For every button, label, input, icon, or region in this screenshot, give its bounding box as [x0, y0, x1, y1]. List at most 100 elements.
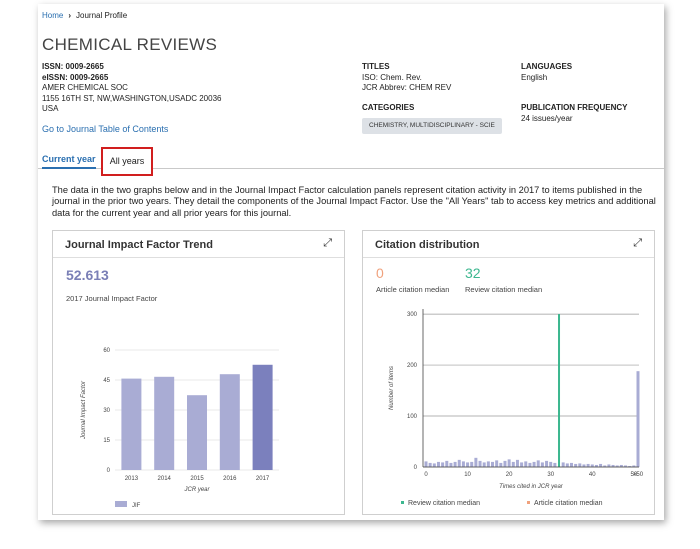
journal-profile-page: Home › Journal Profile CHEMICAL REVIEWS IS… — [38, 4, 664, 520]
expand-icon[interactable]: ⤢ — [323, 237, 332, 250]
journal-title: CHEMICAL REVIEWS — [42, 35, 218, 54]
cit-bar — [441, 462, 445, 467]
citation-panel-header: Citation distribution ⤢ — [363, 231, 654, 258]
cit-bar — [491, 461, 495, 467]
cit-bar — [432, 463, 436, 467]
categories-section: CATEGORIES CHEMISTRY, MULTIDISCIPLINARY … — [362, 103, 502, 134]
table-of-contents-link[interactable]: Go to Journal Table of Contents — [42, 124, 168, 134]
cit-bar — [524, 461, 528, 467]
cit-bar — [486, 461, 490, 467]
languages-section: LANGUAGES English — [521, 62, 572, 83]
cit-bar — [578, 463, 582, 467]
jif-x-tick-label: 2013 — [125, 476, 139, 482]
jif-y-tick-label: 15 — [103, 438, 110, 444]
publisher: AMER CHEMICAL SOC — [42, 83, 128, 92]
cit-bar — [470, 461, 474, 467]
cit-x-tick-label: 30 — [547, 472, 554, 478]
cit-bar — [503, 460, 507, 467]
language-value: English — [521, 72, 548, 82]
jif-label: 2017 Journal Impact Factor — [66, 294, 158, 303]
address: 1155 16TH ST, NW,WASHINGTON,USADC 20036 — [42, 93, 222, 103]
cit-x-tick-label: 40 — [589, 472, 596, 478]
jif-y-tick-label: 60 — [103, 348, 110, 354]
category-chip[interactable]: CHEMISTRY, MULTIDISCIPLINARY - SCIE — [362, 117, 502, 134]
cit-x-axis-label: Times cited in JCR year — [499, 484, 564, 490]
jif-bar — [219, 374, 240, 470]
cit-bar — [428, 462, 432, 467]
cit-bar — [478, 460, 482, 467]
breadcrumb-home-link[interactable]: Home — [42, 11, 63, 20]
cit-bar — [599, 463, 603, 467]
cit-bar — [499, 462, 503, 467]
breadcrumb-current: Journal Profile — [76, 11, 128, 20]
jif-y-tick-label: 0 — [107, 468, 111, 474]
frequency-heading: PUBLICATION FREQUENCY — [521, 103, 628, 112]
tab-all-years[interactable]: All years — [101, 147, 153, 176]
review-median-value: 32 — [465, 265, 481, 281]
cit-bar — [540, 462, 544, 467]
cit-y-tick-label: 200 — [407, 363, 418, 369]
cit-bar — [466, 462, 470, 467]
review-median-label: Review citation median — [465, 285, 543, 294]
jif-y-tick-label: 45 — [103, 378, 110, 384]
breadcrumb: Home › Journal Profile — [42, 11, 127, 20]
eissn: eISSN: 0009-2665 — [42, 72, 109, 82]
jif-x-tick-label: 2014 — [158, 476, 172, 482]
cit-bar — [561, 462, 565, 467]
cit-bar — [449, 462, 453, 467]
cit-legend-article-swatch — [527, 501, 530, 504]
cit-bar — [453, 461, 457, 467]
cit-bar — [565, 463, 569, 467]
frequency-value: 24 issues/year — [521, 113, 573, 123]
jif-x-tick-label: 2016 — [223, 476, 237, 482]
jif-bar — [187, 395, 207, 470]
issn: ISSN: 0009-2665 — [42, 62, 104, 71]
cit-bar — [536, 460, 540, 467]
cit-bar — [424, 461, 428, 467]
description-text: The data in the two graphs below and in … — [52, 185, 656, 218]
cit-y-tick-label: 300 — [407, 312, 418, 318]
tab-current-year[interactable]: Current year — [42, 154, 96, 169]
titles-heading: TITLES — [362, 62, 390, 71]
citation-distribution-panel: Citation distribution ⤢ 0 Article citati… — [362, 230, 655, 515]
cit-bar — [445, 460, 449, 467]
cit-x-tick-label: 20 — [506, 472, 513, 478]
jif-trend-panel: Journal Impact Factor Trend ⤢ 52.613 201… — [52, 230, 345, 515]
categories-heading: CATEGORIES — [362, 103, 415, 112]
citation-bar-chart: 01002003000 10 20 30 40 50>50Times cited in J… — [389, 309, 644, 507]
country: USA — [42, 104, 59, 113]
expand-icon[interactable]: ⤢ — [633, 237, 642, 250]
breadcrumb-separator: › — [68, 11, 72, 20]
cit-legend-article-label: Article citation median — [534, 500, 603, 507]
jif-legend-swatch — [115, 501, 127, 507]
cit-bar — [636, 371, 640, 467]
cit-x-tick-label: >50 — [633, 472, 644, 478]
iso-title: ISO: Chem. Rev. — [362, 72, 422, 82]
cit-x-tick-label: 0 — [424, 472, 428, 478]
cit-bar — [507, 459, 511, 467]
cit-bar — [461, 461, 465, 467]
jif-bar — [252, 364, 273, 470]
jif-y-tick-label: 30 — [103, 408, 110, 414]
cit-legend-review-label: Review citation median — [408, 500, 480, 507]
cit-bar — [515, 459, 519, 467]
cit-bar — [528, 462, 532, 467]
jif-bar-chart: 0 15 30 45 60 2013 2014 2015 2016 2017 JCR year Jou… — [81, 348, 279, 509]
cit-bar — [586, 463, 590, 467]
journal-meta: ISSN: 0009-2665 eISSN: 0009-2665 AMER CH… — [42, 62, 221, 115]
cit-bar — [495, 460, 499, 467]
frequency-section: PUBLICATION FREQUENCY 24 issues/year — [521, 103, 628, 124]
cit-bar — [457, 459, 461, 467]
cit-bar — [436, 461, 440, 467]
cit-y-tick-label: 0 — [414, 465, 418, 471]
jif-bar — [154, 376, 175, 470]
jif-x-tick-label: 2017 — [256, 476, 270, 482]
cit-bar — [553, 462, 557, 467]
jif-legend-label: JIF — [132, 503, 141, 509]
year-tabs: Current year All years — [38, 147, 664, 176]
jcr-abbrev: JCR Abbrev: CHEM REV — [362, 83, 452, 92]
cit-bar — [574, 463, 578, 467]
cit-bar — [482, 462, 486, 467]
jif-x-axis-label: JCR year — [183, 487, 210, 493]
article-median-label: Article citation median — [376, 285, 450, 294]
